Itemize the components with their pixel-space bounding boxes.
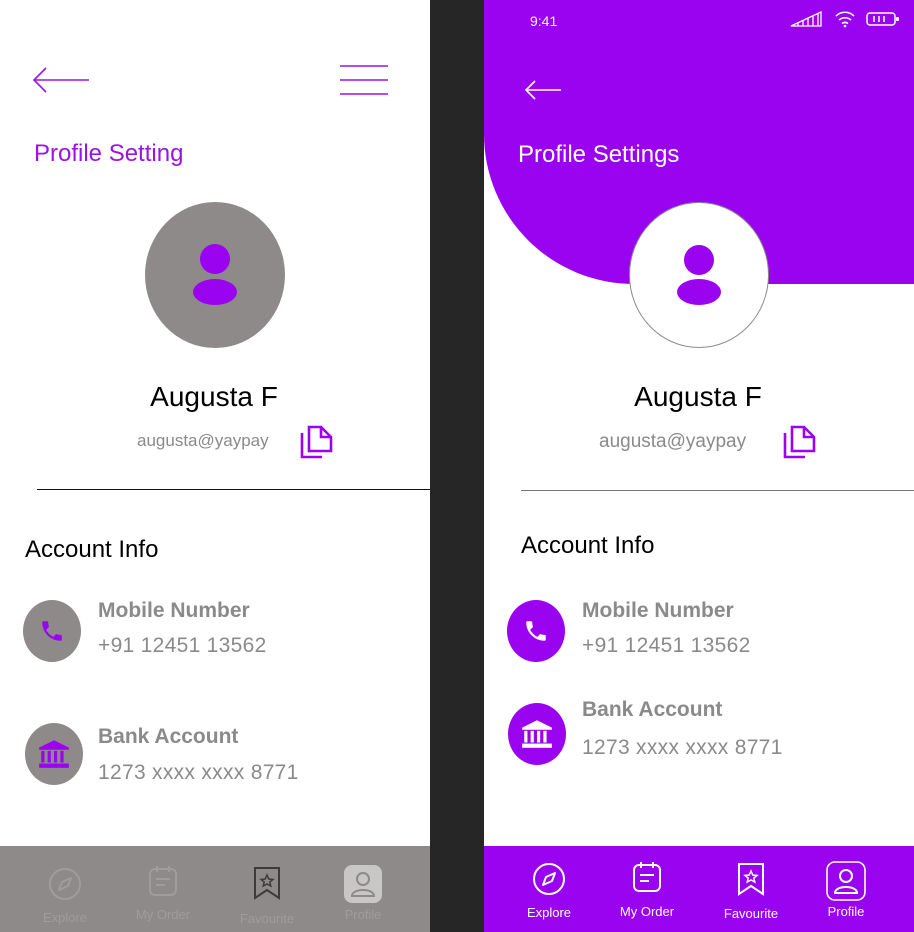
compass-icon [49, 868, 81, 900]
gutter [430, 0, 484, 932]
profile-screen-left: Profile Setting Augusta F augusta@yaypay… [0, 0, 430, 932]
phone-icon-badge [507, 600, 565, 662]
compass-icon [533, 863, 565, 895]
user-email: augusta@yaypay [137, 431, 269, 450]
nav-explore[interactable]: Explore [15, 846, 115, 932]
copy-icon[interactable] [300, 423, 334, 459]
bank-account-value: 1273 xxxx xxxx 8771 [98, 761, 299, 784]
profile-icon [826, 861, 866, 901]
person-icon [193, 244, 237, 305]
nav-profile-label: Profile [344, 907, 382, 922]
bank-account-value: 1273 xxxx xxxx 8771 [582, 736, 783, 759]
mobile-number-value: +91 12451 13562 [582, 634, 751, 657]
bookmark-icon [738, 863, 764, 896]
nav-explore[interactable]: Explore [499, 846, 599, 932]
wifi-icon [835, 11, 855, 28]
nav-my-order[interactable]: My Order [113, 846, 213, 932]
phone-icon [42, 621, 62, 641]
mobile-number-label: Mobile Number [98, 599, 250, 622]
bookmark-icon [254, 867, 280, 900]
nav-favourite-label: Favourite [723, 906, 779, 921]
order-icon [149, 866, 177, 896]
mobile-number-value: +91 12451 13562 [98, 634, 267, 657]
status-time: 9:41 [530, 13, 558, 29]
account-info-heading: Account Info [25, 536, 159, 563]
nav-my-order[interactable]: My Order [597, 846, 697, 932]
copy-icon[interactable] [783, 423, 817, 459]
user-email: augusta@yaypay [599, 431, 747, 452]
phone-icon-badge [23, 600, 81, 662]
nav-favourite[interactable]: Favourite [217, 846, 317, 932]
nav-my-order-label: My Order [135, 907, 191, 922]
nav-profile[interactable]: Profile [796, 846, 896, 932]
divider [37, 489, 430, 490]
divider [521, 490, 914, 491]
page-title: Profile Setting [34, 140, 184, 167]
bank-icon-badge [508, 703, 566, 765]
page-title: Profile Settings [518, 141, 680, 168]
nav-favourite[interactable]: Favourite [701, 846, 801, 932]
profile-icon [344, 865, 382, 903]
user-name: Augusta F [150, 381, 278, 412]
user-name: Augusta F [634, 381, 762, 412]
bank-account-label: Bank Account [98, 725, 239, 748]
nav-favourite-label: Favourite [239, 911, 295, 926]
order-icon [633, 862, 661, 892]
signal-icon [790, 11, 822, 27]
nav-explore-label: Explore [526, 905, 572, 920]
back-arrow-icon[interactable] [524, 79, 562, 101]
person-icon [677, 245, 721, 305]
avatar[interactable] [629, 202, 769, 348]
account-info-heading: Account Info [521, 532, 655, 559]
avatar[interactable] [145, 202, 285, 348]
profile-screen-right: 9:41 Profile Settings Augusta F augusta@… [484, 0, 914, 932]
back-arrow-icon[interactable] [32, 66, 90, 94]
bottom-nav: Explore My Order Favourite Profile [0, 846, 430, 932]
nav-my-order-label: My Order [619, 904, 675, 919]
nav-profile[interactable]: Profile [313, 846, 413, 932]
battery-icon [866, 12, 899, 26]
bank-icon [522, 720, 552, 748]
stage: Profile Setting Augusta F augusta@yaypay… [0, 0, 914, 932]
phone-icon [526, 621, 546, 641]
bank-icon-badge [25, 723, 83, 785]
mobile-number-label: Mobile Number [582, 599, 734, 622]
nav-profile-label: Profile [827, 904, 865, 919]
nav-explore-label: Explore [42, 910, 88, 925]
bank-icon [39, 740, 69, 768]
bottom-nav: Explore My Order Favourite Profile [484, 846, 914, 932]
hamburger-menu-icon[interactable] [340, 64, 388, 96]
bank-account-label: Bank Account [582, 698, 723, 721]
